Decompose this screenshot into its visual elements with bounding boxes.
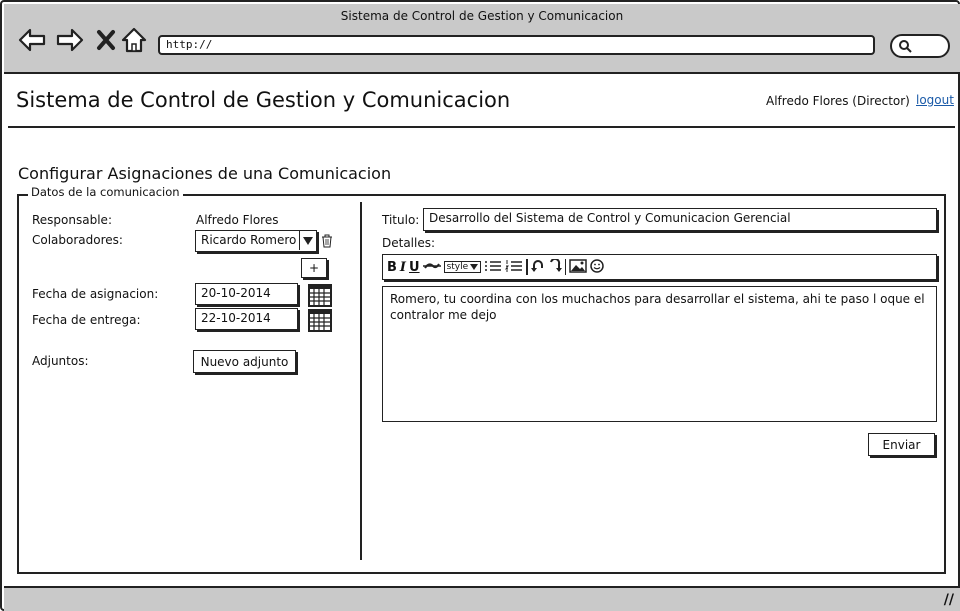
fecha-asignacion-label: Fecha de asignacion: — [32, 287, 159, 301]
image-icon[interactable] — [569, 258, 587, 276]
redo-icon[interactable] — [548, 257, 562, 276]
bullet-list-icon[interactable] — [484, 260, 502, 275]
app-title: Sistema de Control de Gestion y Comunica… — [16, 88, 511, 112]
bold-button[interactable]: B — [387, 261, 397, 274]
logout-link[interactable]: logout — [916, 93, 954, 107]
browser-window: Sistema de Control de Gestion y Comunica… — [0, 0, 960, 611]
underline-button[interactable]: U — [409, 261, 420, 274]
colaboradores-label: Colaboradores: — [32, 233, 123, 247]
header-divider — [8, 126, 955, 128]
detalles-textarea[interactable]: Romero, tu coordina con los muchachos pa… — [382, 286, 937, 422]
fecha-entrega-label: Fecha de entrega: — [32, 313, 141, 327]
fecha-entrega-input[interactable]: 22-10-2014 — [195, 308, 298, 330]
forward-arrow-icon[interactable] — [55, 26, 85, 54]
search-icon — [899, 40, 912, 53]
colaboradores-select[interactable]: Ricardo Romero — [195, 230, 317, 252]
status-bar: // — [4, 586, 960, 611]
toolbar-separator — [564, 259, 567, 275]
italic-button[interactable]: I — [400, 261, 406, 274]
trash-icon[interactable] — [320, 233, 334, 249]
titulo-input[interactable]: Desarrollo del Sistema de Control y Comu… — [423, 208, 937, 231]
undo-icon[interactable] — [530, 259, 545, 276]
browser-titlebar: Sistema de Control de Gestion y Comunica… — [4, 4, 960, 74]
dropdown-arrow-icon — [470, 264, 479, 270]
user-info: Alfredo Flores (Director) — [766, 94, 910, 108]
back-arrow-icon[interactable] — [17, 26, 47, 54]
colaboradores-value: Ricardo Romero — [201, 233, 297, 247]
smiley-icon[interactable] — [590, 258, 604, 276]
responsable-value: Alfredo Flores — [196, 213, 279, 227]
rich-text-toolbar: B I U style — [382, 254, 937, 280]
new-attachment-button[interactable]: Nuevo adjunto — [193, 350, 296, 373]
style-label: style — [446, 262, 469, 272]
section-title: Configurar Asignaciones de una Comunicac… — [18, 164, 392, 183]
close-icon[interactable] — [91, 26, 121, 54]
toolbar-separator — [526, 259, 528, 275]
home-icon[interactable] — [119, 26, 149, 54]
url-input[interactable]: http:// — [158, 35, 875, 55]
column-divider — [360, 202, 362, 560]
add-collaborator-button[interactable]: + — [301, 258, 327, 278]
resize-grip-icon[interactable]: // — [944, 592, 954, 608]
enviar-button[interactable]: Enviar — [868, 433, 935, 456]
calendar-icon[interactable] — [308, 308, 332, 332]
responsable-label: Responsable: — [32, 213, 112, 227]
browser-search[interactable] — [890, 34, 950, 58]
dropdown-arrow-icon — [299, 231, 316, 250]
strikethrough-icon[interactable] — [422, 260, 441, 275]
titulo-label: Titulo: — [382, 213, 420, 227]
calendar-icon[interactable] — [308, 283, 332, 307]
style-dropdown[interactable]: style — [443, 261, 482, 273]
window-title: Sistema de Control de Gestion y Comunica… — [340, 9, 624, 23]
group-legend: Datos de la comunicacion — [28, 185, 183, 199]
fecha-asignacion-input[interactable]: 20-10-2014 — [195, 283, 298, 305]
numbered-list-icon[interactable] — [505, 259, 523, 275]
adjuntos-label: Adjuntos: — [32, 354, 89, 368]
detalles-label: Detalles: — [382, 236, 436, 250]
